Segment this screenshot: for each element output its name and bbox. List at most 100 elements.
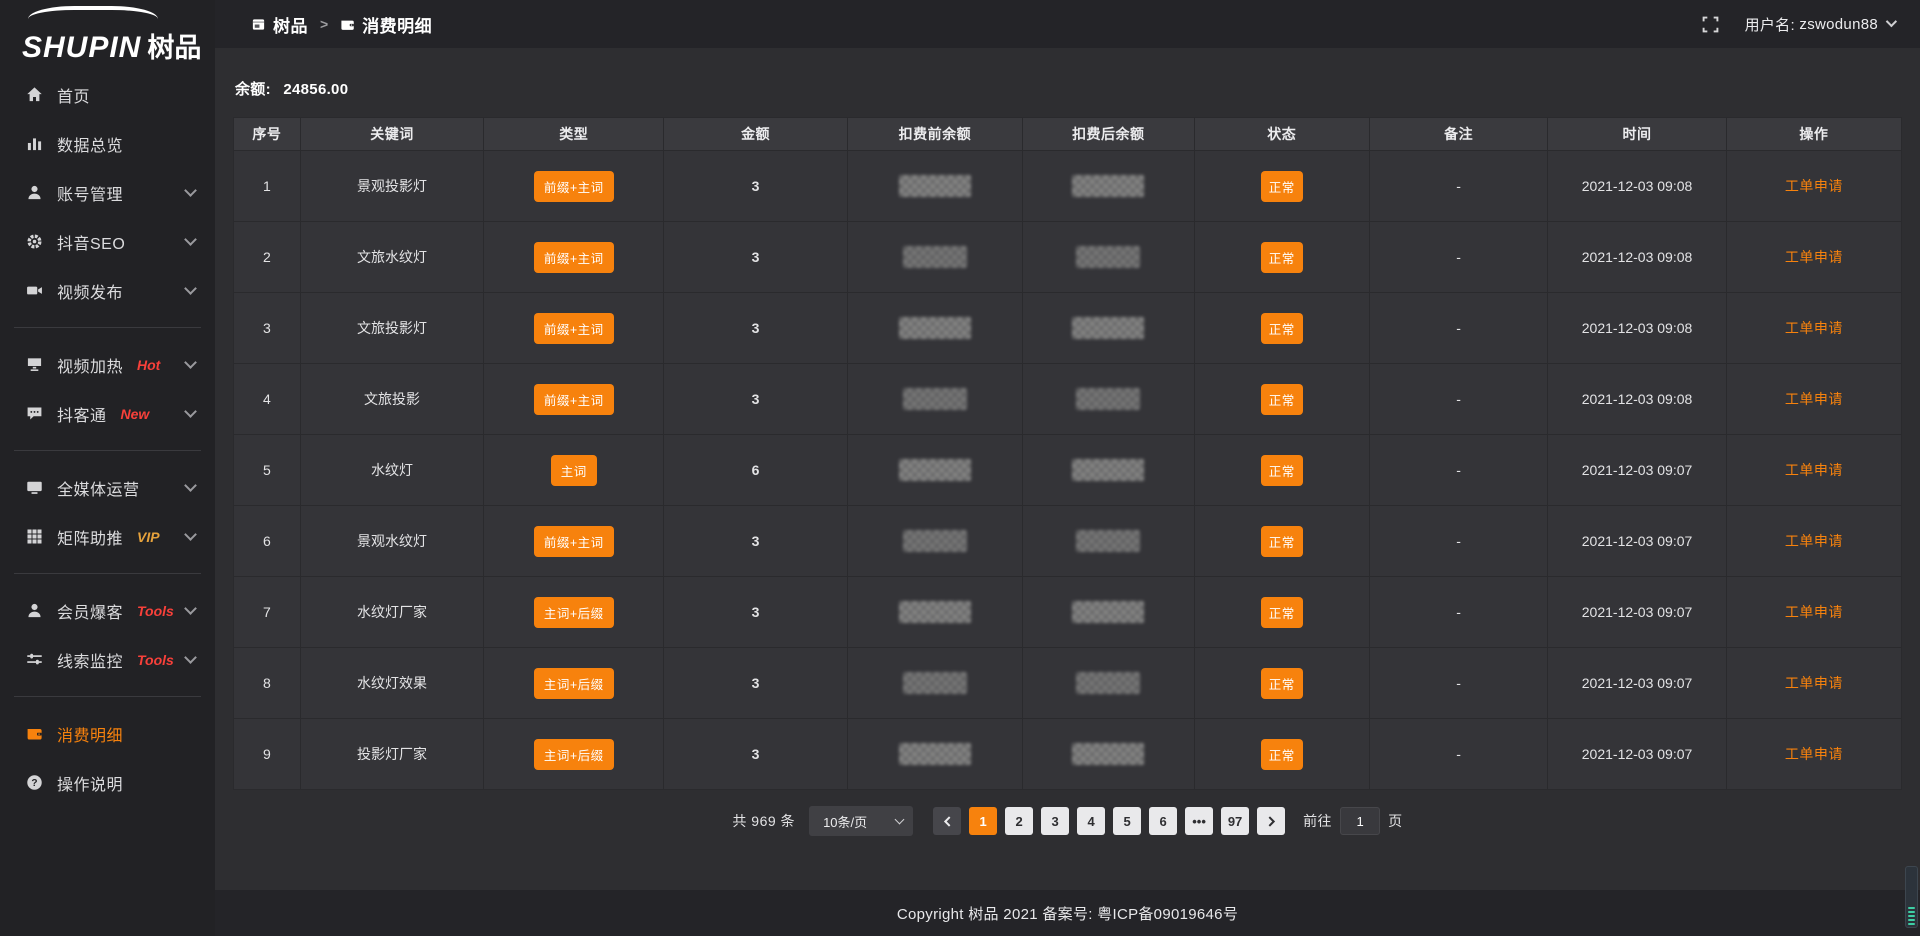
page-buttons: 123456 ••• 97 xyxy=(965,807,1253,835)
next-page-button[interactable] xyxy=(1257,807,1285,835)
sidebar-item-clue[interactable]: 线索监控 Tools xyxy=(0,635,215,684)
menu-divider xyxy=(14,450,201,451)
cell-status: 正常 xyxy=(1194,506,1369,577)
copyright-text: Copyright 树品 2021 备案号: 粤ICP备09019646号 xyxy=(897,903,1238,924)
column-header: 状态 xyxy=(1194,118,1369,151)
user-menu[interactable]: 用户名: zswodun88 xyxy=(1745,14,1894,35)
blurred-value xyxy=(899,175,971,197)
column-header: 操作 xyxy=(1726,118,1901,151)
table-row: 6 景观水纹灯 前缀+主词 3 正常 - 2021-12-03 09:07 工单… xyxy=(234,506,1902,577)
more-pages-button[interactable]: ••• xyxy=(1185,807,1213,835)
type-badge: 主词+后缀 xyxy=(534,739,614,770)
cell-action: 工单申请 xyxy=(1726,648,1901,719)
sidebar-item-douyin-seo[interactable]: 抖音SEO xyxy=(0,217,215,266)
cell-status: 正常 xyxy=(1194,293,1369,364)
work-order-link[interactable]: 工单申请 xyxy=(1785,675,1843,691)
work-order-link[interactable]: 工单申请 xyxy=(1785,533,1843,549)
fullscreen-icon[interactable] xyxy=(1702,16,1719,33)
status-badge: 正常 xyxy=(1261,455,1303,486)
table-row: 5 水纹灯 主词 6 正常 - 2021-12-03 09:07 工单申请 xyxy=(234,435,1902,506)
monitor-icon xyxy=(24,478,44,498)
cell-time: 2021-12-03 09:07 xyxy=(1548,506,1726,577)
work-order-link[interactable]: 工单申请 xyxy=(1785,746,1843,762)
sidebar-item-douketong[interactable]: 抖客通 New xyxy=(0,389,215,438)
table-row: 1 景观投影灯 前缀+主词 3 正常 - 2021-12-03 09:08 工单… xyxy=(234,151,1902,222)
page-button-5[interactable]: 5 xyxy=(1113,807,1141,835)
sidebar-item-matrix[interactable]: 矩阵助推 VIP xyxy=(0,512,215,561)
logo-arc xyxy=(28,6,158,32)
page-button-1[interactable]: 1 xyxy=(969,807,997,835)
chevron-down-icon xyxy=(184,356,197,369)
cell-amount: 3 xyxy=(664,506,847,577)
page-button-3[interactable]: 3 xyxy=(1041,807,1069,835)
cell-type: 前缀+主词 xyxy=(484,506,664,577)
screen-icon xyxy=(24,355,44,375)
cell-time: 2021-12-03 09:07 xyxy=(1548,435,1726,506)
sidebar-item-video-pub[interactable]: 视频发布 xyxy=(0,266,215,315)
cell-amount: 6 xyxy=(664,435,847,506)
page-button-6[interactable]: 6 xyxy=(1149,807,1177,835)
cell-time: 2021-12-03 09:07 xyxy=(1548,577,1726,648)
blurred-value xyxy=(899,601,971,623)
blurred-value xyxy=(903,388,967,410)
cell-action: 工单申请 xyxy=(1726,151,1901,222)
work-order-link[interactable]: 工单申请 xyxy=(1785,249,1843,265)
sidebar-item-account[interactable]: 账号管理 xyxy=(0,168,215,217)
breadcrumb: 树品>消费明细 xyxy=(251,12,432,37)
sidebar-item-video-heat[interactable]: 视频加热 Hot xyxy=(0,340,215,389)
video-icon xyxy=(24,281,44,301)
cell-time: 2021-12-03 09:08 xyxy=(1548,293,1726,364)
sidebar-menu: 首页 数据总览 账号管理 抖音SEO 视频发布 视频加热 Hot 抖客通 New… xyxy=(0,70,215,807)
cell-index: 3 xyxy=(234,293,301,364)
home-icon xyxy=(24,85,44,105)
sidebar-item-label: 首页 xyxy=(57,83,90,107)
sidebar-item-home[interactable]: 首页 xyxy=(0,70,215,119)
work-order-link[interactable]: 工单申请 xyxy=(1785,391,1843,407)
cell-index: 2 xyxy=(234,222,301,293)
status-badge: 正常 xyxy=(1261,384,1303,415)
sidebar-item-consumption[interactable]: 消费明细 xyxy=(0,709,215,758)
breadcrumb-label: 消费明细 xyxy=(362,12,432,37)
sidebar-item-member[interactable]: 会员爆客 Tools xyxy=(0,586,215,635)
table-row: 8 水纹灯效果 主词+后缀 3 正常 - 2021-12-03 09:07 工单… xyxy=(234,648,1902,719)
table-row: 4 文旅投影 前缀+主词 3 正常 - 2021-12-03 09:08 工单申… xyxy=(234,364,1902,435)
cell-post-balance xyxy=(1022,648,1194,719)
page-button-2[interactable]: 2 xyxy=(1005,807,1033,835)
breadcrumb-item[interactable]: 树品 xyxy=(251,12,308,37)
cell-post-balance xyxy=(1022,719,1194,790)
cell-keyword: 文旅水纹灯 xyxy=(300,222,483,293)
wallet-icon xyxy=(340,17,355,32)
chevron-down-icon xyxy=(184,479,197,492)
table-row: 2 文旅水纹灯 前缀+主词 3 正常 - 2021-12-03 09:08 工单… xyxy=(234,222,1902,293)
sidebar-item-help[interactable]: ? 操作说明 xyxy=(0,758,215,807)
sidebar-item-tag: Tools xyxy=(137,652,174,668)
breadcrumb-item[interactable]: 消费明细 xyxy=(340,12,432,37)
cell-time: 2021-12-03 09:07 xyxy=(1548,719,1726,790)
page-button-97[interactable]: 97 xyxy=(1221,807,1249,835)
cell-pre-balance xyxy=(847,293,1022,364)
column-header: 备注 xyxy=(1369,118,1547,151)
work-order-link[interactable]: 工单申请 xyxy=(1785,462,1843,478)
floating-widget[interactable] xyxy=(1905,866,1918,928)
main-content: 余额: 24856.00 序号关键词类型金额扣费前余额扣费后余额状态备注时间操作… xyxy=(215,48,1920,890)
sidebar-item-media-ops[interactable]: 全媒体运营 xyxy=(0,463,215,512)
column-header: 时间 xyxy=(1548,118,1726,151)
page-size-select[interactable]: 10条/页 xyxy=(809,806,913,836)
work-order-link[interactable]: 工单申请 xyxy=(1785,178,1843,194)
cell-time: 2021-12-03 09:08 xyxy=(1548,222,1726,293)
cell-pre-balance xyxy=(847,506,1022,577)
cell-remark: - xyxy=(1369,151,1547,222)
sidebar-item-label: 会员爆客 xyxy=(57,599,123,623)
status-badge: 正常 xyxy=(1261,739,1303,770)
page-button-4[interactable]: 4 xyxy=(1077,807,1105,835)
prev-page-button[interactable] xyxy=(933,807,961,835)
goto-page-input[interactable] xyxy=(1340,807,1380,835)
sidebar-item-label: 抖客通 xyxy=(57,402,107,426)
work-order-link[interactable]: 工单申请 xyxy=(1785,320,1843,336)
sidebar-item-data[interactable]: 数据总览 xyxy=(0,119,215,168)
work-order-link[interactable]: 工单申请 xyxy=(1785,604,1843,620)
table-row: 7 水纹灯厂家 主词+后缀 3 正常 - 2021-12-03 09:07 工单… xyxy=(234,577,1902,648)
chevron-down-icon xyxy=(184,233,197,246)
cell-time: 2021-12-03 09:07 xyxy=(1548,648,1726,719)
sidebar-item-tag: Hot xyxy=(137,357,160,373)
